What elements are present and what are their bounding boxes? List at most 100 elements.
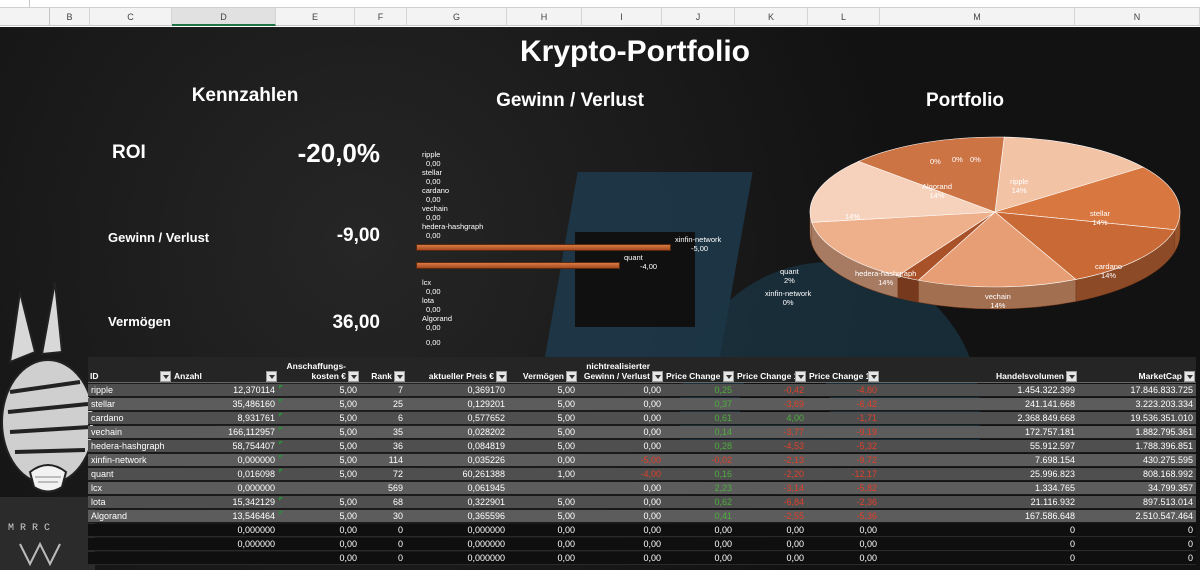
table-cell: 5,00 xyxy=(557,427,575,437)
column-header-handelsvolumen[interactable]: Handelsvolumen xyxy=(880,357,1078,383)
column-header-i[interactable]: I xyxy=(582,8,662,26)
table-row[interactable]: 0,000000 0,00 0 0,000000 0,00 0,00 0,00 0,00 0,0… xyxy=(88,524,1196,537)
table-cell: 0,00 xyxy=(643,553,661,563)
cell-indicator-icon xyxy=(279,441,283,445)
pie-label-Algorand: Algorand 14% xyxy=(922,182,952,200)
column-header-k[interactable]: K xyxy=(735,8,808,26)
column-header-n[interactable]: N xyxy=(1075,8,1200,26)
table-row[interactable]: 0,00 0 0,000000 0,00 0,00 0,00 0,00 0,00 0 0 xyxy=(88,552,1196,565)
table-cell: 0,28 xyxy=(714,441,732,451)
column-header-m[interactable]: M xyxy=(880,8,1075,26)
column-header-c[interactable]: C xyxy=(90,8,172,26)
filter-dropdown-icon[interactable] xyxy=(266,371,277,382)
table-row[interactable]: stellar 35,486160 5,00 25 0,129201 5,00 0,00 0,… xyxy=(88,398,1196,411)
filter-dropdown-icon[interactable] xyxy=(566,371,577,382)
table-cell: -5,00 xyxy=(640,455,661,465)
column-header-price-change-7d[interactable]: Price Change 1 xyxy=(807,357,880,383)
filter-dropdown-icon[interactable] xyxy=(160,371,171,382)
column-header-b[interactable]: B xyxy=(50,8,90,26)
svg-text:M R R C: M R R C xyxy=(8,523,50,534)
column-header-label: Vermögen xyxy=(522,371,564,381)
gewinn-verlust-bar-chart[interactable]: ripple 0,00 stellar 0,00 cardano 0,00 vechain 0… xyxy=(400,117,740,367)
table-cell: lcx xyxy=(91,483,102,493)
column-header-price-change-1h[interactable]: Price Change 1 xyxy=(664,357,735,383)
name-box[interactable] xyxy=(0,0,30,7)
filter-dropdown-icon[interactable] xyxy=(1066,371,1077,382)
table-cell: cardano xyxy=(91,413,124,423)
excel-window: BCDEFGHIJKLMN Krypto-Portfolio Kennzahle… xyxy=(0,0,1200,570)
vermoegen-value: 36,00 xyxy=(332,312,380,333)
table-cell: 808.168.992 xyxy=(1142,469,1193,479)
table-row[interactable]: hedera-hashgraph 58,754407 5,00 36 0,084819 5… xyxy=(88,440,1196,453)
filter-dropdown-icon[interactable] xyxy=(1184,371,1195,382)
filter-dropdown-icon[interactable] xyxy=(496,371,507,382)
table-cell: 0,00 xyxy=(859,525,877,535)
table-row[interactable]: vechain 166,112957 5,00 35 0,028202 5,00 0,00 0… xyxy=(88,426,1196,439)
column-header-verm-gen[interactable]: Vermögen xyxy=(508,357,578,383)
filter-dropdown-icon[interactable] xyxy=(795,371,806,382)
bar-quant[interactable] xyxy=(416,262,620,269)
table-cell: 5,00 xyxy=(557,385,575,395)
table-cell: 0,00 xyxy=(714,539,732,549)
column-header-rank[interactable]: Rank xyxy=(360,357,406,383)
table-row[interactable]: cardano 8,931761 5,00 6 0,577652 5,00 0,00 0,61… xyxy=(88,412,1196,425)
zebra-mascot-image: M R R C xyxy=(0,282,95,570)
table-cell: 0,322901 xyxy=(467,497,505,507)
table-cell: 0,00 xyxy=(786,525,804,535)
table-row[interactable]: lota 15,342129 5,00 68 0,322901 5,00 0,00 0,62 -… xyxy=(88,496,1196,509)
portfolio-pie-chart[interactable]: ripple 14% stellar 14% cardano 14% vechain 14% x… xyxy=(765,117,1200,357)
table-row[interactable]: quant 0,016098 5,00 72 60,261388 1,00 -4,00 0,1… xyxy=(88,468,1196,481)
column-header-marketcap[interactable]: MarketCap xyxy=(1078,357,1196,383)
column-header-e[interactable]: E xyxy=(276,8,355,26)
table-cell: 25 xyxy=(392,399,403,409)
table-cell: 6 xyxy=(397,413,403,423)
table-cell: 0 xyxy=(1069,553,1075,563)
table-cell: 0 xyxy=(397,539,403,549)
table-cell: 0,00 xyxy=(643,413,661,423)
column-header-label: Rank xyxy=(371,371,392,381)
filter-dropdown-icon[interactable] xyxy=(723,371,734,382)
pie-label-value: 14% xyxy=(1011,186,1027,195)
table-cell: 0,00 xyxy=(557,553,575,563)
column-header-anschaffungs-kosten-[interactable]: Anschaffungs- kosten € xyxy=(278,357,360,383)
table-cell: 0,129201 xyxy=(467,399,505,409)
table-cell: 114 xyxy=(388,455,403,465)
table-row[interactable]: lcx 0,000000 569 0,061945 0,00 2,23 -3,14 -5,82… xyxy=(88,482,1196,495)
table-cell: -1,71 xyxy=(856,413,877,423)
column-header-f[interactable]: F xyxy=(355,8,407,26)
table-cell: 35 xyxy=(392,427,403,437)
table-cell: 0,369170 xyxy=(467,385,505,395)
column-header-nichtrealisierter-gewinn-verlust[interactable]: nichtrealisierter Gewinn / Verlust xyxy=(578,357,664,383)
filter-dropdown-icon[interactable] xyxy=(652,371,663,382)
bar-xinfin-network[interactable] xyxy=(416,244,671,251)
filter-dropdown-icon[interactable] xyxy=(868,371,879,382)
table-cell: ripple xyxy=(91,385,114,395)
column-header-j[interactable]: J xyxy=(662,8,735,26)
column-header-d[interactable]: D xyxy=(172,8,276,26)
table-row[interactable]: Algorand 13,546464 5,00 30 0,365596 5,00 0,00 0… xyxy=(88,510,1196,523)
bar-label-quant: quant -4,00 xyxy=(624,253,657,271)
column-header-anzahl[interactable]: Anzahl xyxy=(172,357,278,383)
formula-bar[interactable] xyxy=(0,0,1200,8)
column-header-h[interactable]: H xyxy=(507,8,582,26)
table-cell: 1.454.322.399 xyxy=(1017,385,1075,395)
table-cell xyxy=(88,538,172,551)
table-row[interactable]: xinfin-network 0,000000 5,00 114 0,035226 0,0… xyxy=(88,454,1196,467)
table-row[interactable]: ripple 12,370114 5,00 7 0,369170 5,00 0,00 0,25… xyxy=(88,384,1196,397)
filter-dropdown-icon[interactable] xyxy=(394,371,405,382)
table-cell: 0,16 xyxy=(714,469,732,479)
table-row[interactable]: 0,000000 0,00 0 0,000000 0,00 0,00 0,00 0,00 0,0… xyxy=(88,538,1196,551)
table-cell: -3,77 xyxy=(783,427,804,437)
table-cell xyxy=(88,524,172,537)
pie-label-name: ripple xyxy=(1010,177,1029,186)
column-header-aktueller-preis-[interactable]: aktueller Preis € xyxy=(406,357,508,383)
filter-dropdown-icon[interactable] xyxy=(348,371,359,382)
column-header-price-change-1d[interactable]: Price Change 1 xyxy=(735,357,807,383)
table-cell: 0,00 xyxy=(339,525,357,535)
column-header-l[interactable]: L xyxy=(808,8,880,26)
table-cell: 72 xyxy=(392,469,403,479)
select-all-corner[interactable] xyxy=(0,8,50,26)
column-header-id[interactable]: ID xyxy=(88,357,172,383)
pie-label-value: 14% xyxy=(990,301,1006,310)
column-header-g[interactable]: G xyxy=(407,8,507,26)
